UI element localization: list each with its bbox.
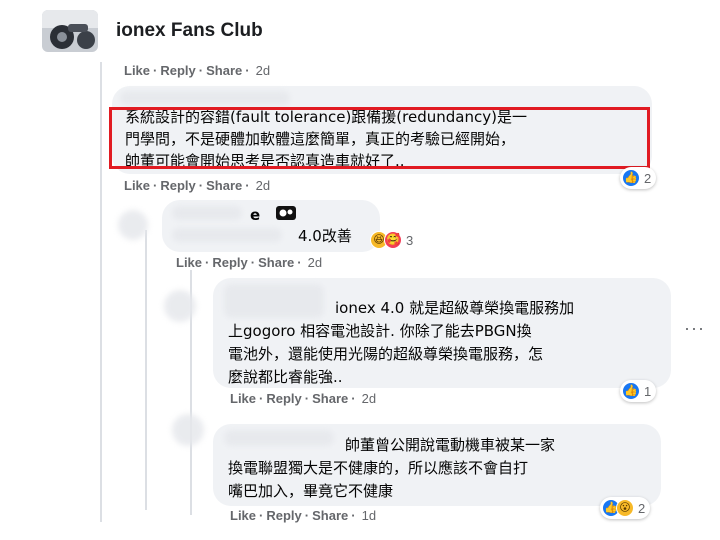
comment-text-line: 帥董曾公開說電動機車被某一家: [345, 436, 556, 454]
reaction-count: 2: [644, 170, 652, 186]
comment-time[interactable]: 2d: [256, 178, 270, 193]
group-avatar-image: [42, 10, 98, 52]
more-options-icon[interactable]: ···: [684, 318, 705, 339]
reply-link[interactable]: Reply: [266, 508, 301, 523]
share-link[interactable]: Share: [312, 391, 348, 406]
comment-text-line: 換電聯盟獨大是不健康的，所以應該不會自打: [228, 459, 529, 477]
comment-time[interactable]: 2d: [362, 391, 376, 406]
redacted-name: [120, 91, 290, 105]
thread-line: [145, 230, 147, 510]
redacted-name: [172, 206, 242, 220]
wow-icon: 😮: [616, 499, 634, 517]
comment-actions: Like · Reply · Share · 2d: [176, 255, 323, 270]
redacted-name: [224, 284, 324, 318]
like-link[interactable]: Like: [124, 63, 150, 78]
comment-text-line: 麼說都比睿能強..: [228, 368, 343, 386]
like-icon: 👍: [622, 382, 640, 400]
reply-link[interactable]: Reply: [266, 391, 301, 406]
reaction-summary[interactable]: 👍 2: [620, 167, 657, 189]
reaction-count: 3: [406, 232, 414, 248]
redacted-avatar: [164, 290, 196, 322]
thread-line: [100, 62, 102, 522]
like-icon: 👍: [622, 169, 640, 187]
comment-time[interactable]: 2d: [308, 255, 322, 270]
comment-text-line: ionex 4.0 就是超級尊榮換電服務加: [335, 299, 575, 317]
emoji-icon: [276, 206, 296, 220]
comment-actions: Like · Reply · Share · 2d: [230, 391, 377, 406]
redacted-avatar: [172, 414, 204, 446]
reaction-summary[interactable]: 👍 😮 2: [600, 497, 651, 519]
love-icon: 🥰: [384, 231, 402, 249]
like-link[interactable]: Like: [230, 391, 256, 406]
like-link[interactable]: Like: [124, 178, 150, 193]
comment-actions: Like · Reply · Share · 2d: [124, 63, 271, 78]
highlight-box: [109, 107, 650, 169]
reply-link[interactable]: Reply: [160, 63, 195, 78]
group-title[interactable]: ionex Fans Club: [116, 20, 263, 42]
redacted-name: [224, 430, 334, 446]
comment-text-line: 上gogoro 相容電池設計. 你除了能去PBGN換: [228, 322, 532, 340]
reaction-count: 2: [638, 500, 646, 516]
redacted-avatar: [118, 210, 148, 240]
comment-text-line: 電池外，還能使用光陽的超級尊榮換電服務，怎: [228, 345, 544, 363]
comment-text-line: 嘴巴加入，畢竟它不健康: [228, 482, 394, 500]
reaction-count: 1: [644, 383, 652, 399]
comment-actions: Like · Reply · Share · 1d: [230, 508, 377, 523]
commenter-name[interactable]: e: [250, 204, 260, 226]
share-link[interactable]: Share: [206, 63, 242, 78]
reaction-summary[interactable]: 😆 🥰 3: [368, 229, 418, 251]
comment-time[interactable]: 2d: [256, 63, 270, 78]
share-link[interactable]: Share: [258, 255, 294, 270]
like-link[interactable]: Like: [176, 255, 202, 270]
reply-link[interactable]: Reply: [212, 255, 247, 270]
like-link[interactable]: Like: [230, 508, 256, 523]
share-link[interactable]: Share: [206, 178, 242, 193]
group-avatar[interactable]: [42, 10, 98, 52]
redacted-text: [172, 228, 282, 242]
reply-link[interactable]: Reply: [160, 178, 195, 193]
comment-time[interactable]: 1d: [362, 508, 376, 523]
share-link[interactable]: Share: [312, 508, 348, 523]
comment-actions: Like · Reply · Share · 2d: [124, 178, 271, 193]
reaction-summary[interactable]: 👍 1: [620, 380, 657, 402]
comment-text: 4.0改善: [298, 227, 352, 245]
